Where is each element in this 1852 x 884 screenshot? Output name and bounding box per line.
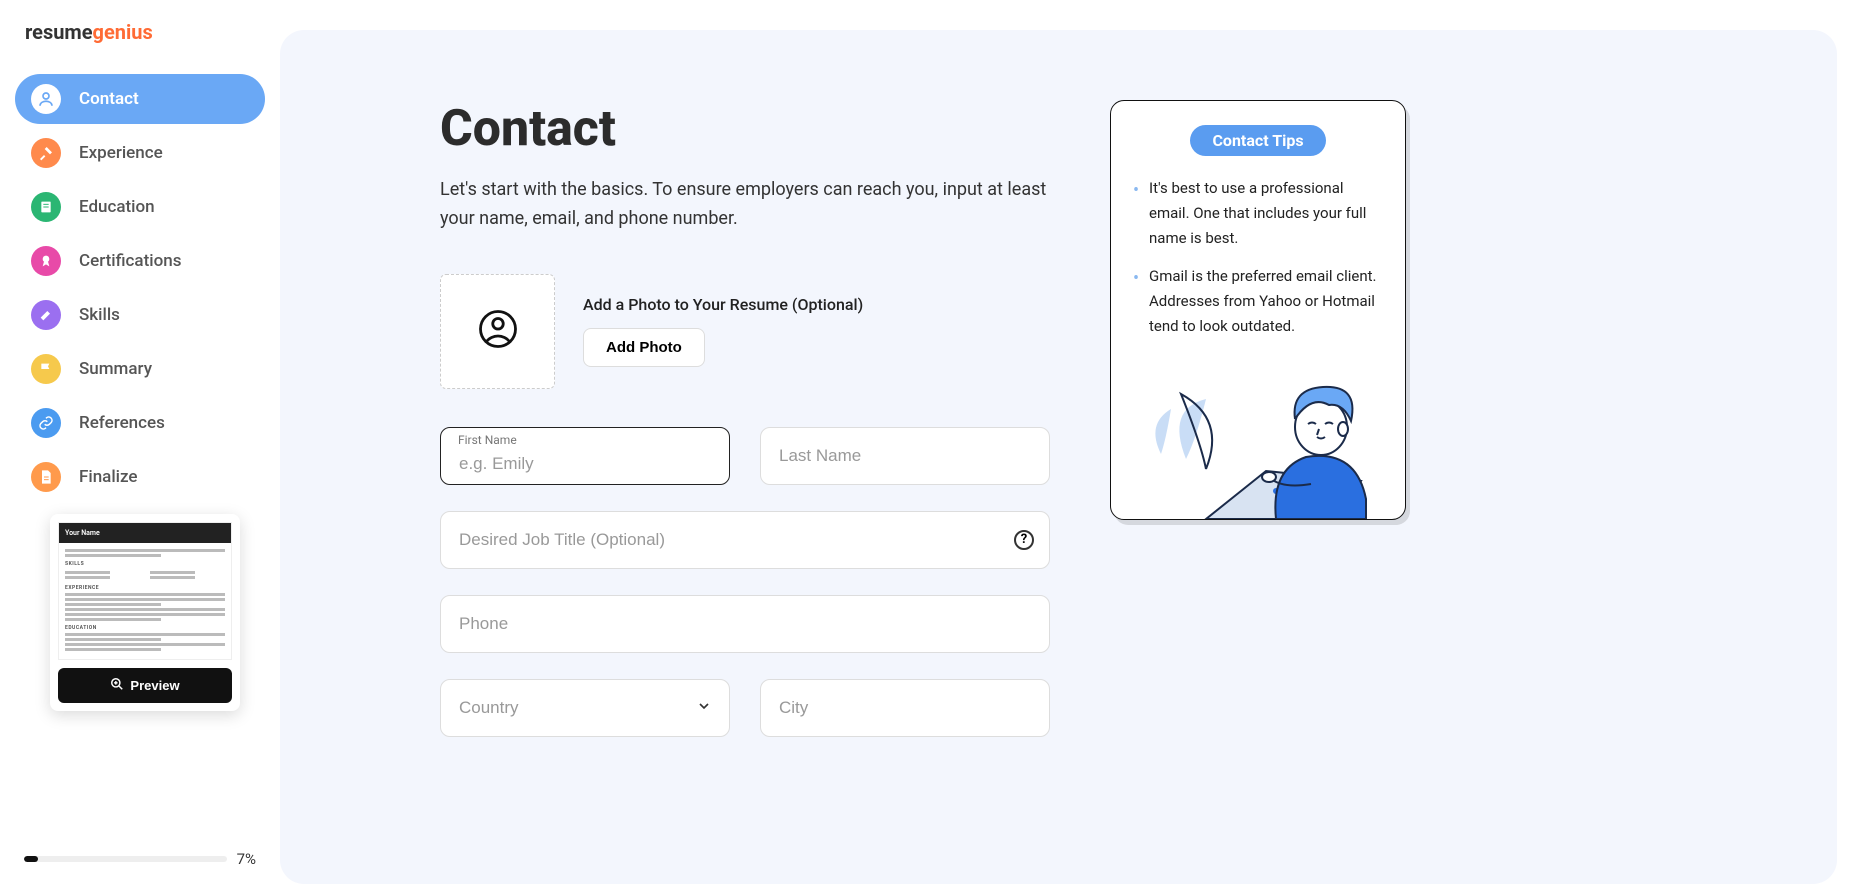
job-title-field-wrapper: ? <box>440 511 1050 569</box>
city-field[interactable] <box>760 679 1050 737</box>
sidebar-item-education[interactable]: Education <box>15 182 265 232</box>
last-name-field[interactable] <box>760 427 1050 485</box>
hammer-icon <box>31 138 61 168</box>
last-name-field-wrapper <box>760 427 1050 485</box>
help-icon[interactable]: ? <box>1014 530 1034 550</box>
tip-item: Gmail is the preferred email client. Add… <box>1133 264 1383 338</box>
preview-button[interactable]: Preview <box>58 668 232 703</box>
person-circle-icon <box>477 308 519 354</box>
brand-logo[interactable]: resumegenius <box>15 20 265 44</box>
tips-list: It's best to use a professional email. O… <box>1133 176 1383 339</box>
sidebar-item-label: References <box>79 413 165 433</box>
sidebar-item-label: Experience <box>79 143 163 163</box>
flag-icon <box>31 354 61 384</box>
sidebar-item-certifications[interactable]: Certifications <box>15 236 265 286</box>
tips-illustration <box>1111 349 1405 519</box>
tip-item: It's best to use a professional email. O… <box>1133 176 1383 250</box>
sidebar-item-label: Finalize <box>79 467 138 487</box>
resume-thumbnail[interactable]: Your Name SKILLS EXPERIENCE EDUCATION <box>58 522 232 660</box>
zoom-in-icon <box>110 677 124 694</box>
sidebar-item-label: Contact <box>79 89 139 109</box>
tools-icon <box>31 300 61 330</box>
award-icon <box>31 246 61 276</box>
phone-field-wrapper <box>440 595 1050 653</box>
country-select[interactable] <box>440 679 730 737</box>
city-field-wrapper <box>760 679 1050 737</box>
form-area: Contact Let's start with the basics. To … <box>440 100 1050 884</box>
job-title-field[interactable] <box>440 511 1050 569</box>
sidebar-item-references[interactable]: References <box>15 398 265 448</box>
sidebar-item-label: Certifications <box>79 251 181 271</box>
first-name-label: First Name <box>458 433 517 447</box>
main-panel: Contact Let's start with the basics. To … <box>280 30 1837 884</box>
brand-part2: genius <box>93 20 153 44</box>
preview-experience-heading: EXPERIENCE <box>65 585 225 591</box>
sidebar-item-summary[interactable]: Summary <box>15 344 265 394</box>
photo-label: Add a Photo to Your Resume (Optional) <box>583 295 863 314</box>
country-field-wrapper <box>440 679 730 737</box>
add-photo-button[interactable]: Add Photo <box>583 328 705 367</box>
sidebar: resumegenius Contact Experience Educatio… <box>0 0 280 884</box>
preview-skills-heading: SKILLS <box>65 561 225 567</box>
book-icon <box>31 192 61 222</box>
sidebar-item-label: Summary <box>79 359 152 379</box>
page-title: Contact <box>440 100 1050 158</box>
brand-part1: resume <box>25 20 93 44</box>
tips-card: Contact Tips It's best to use a professi… <box>1110 100 1406 520</box>
page-subtitle: Let's start with the basics. To ensure e… <box>440 176 1050 234</box>
progress-text: 7% <box>237 850 256 868</box>
progress-fill <box>24 856 38 862</box>
preview-name: Your Name <box>59 523 231 543</box>
link-icon <box>31 408 61 438</box>
sidebar-item-finalize[interactable]: Finalize <box>15 452 265 502</box>
document-icon <box>31 462 61 492</box>
tips-badge: Contact Tips <box>1190 125 1325 156</box>
photo-placeholder[interactable] <box>440 274 555 389</box>
sidebar-item-label: Skills <box>79 305 120 325</box>
sidebar-item-experience[interactable]: Experience <box>15 128 265 178</box>
first-name-field-wrapper: First Name <box>440 427 730 485</box>
phone-field[interactable] <box>440 595 1050 653</box>
progress-row: 7% <box>24 850 256 868</box>
progress-bar <box>24 856 227 862</box>
photo-section: Add a Photo to Your Resume (Optional) Ad… <box>440 274 1050 389</box>
sidebar-item-skills[interactable]: Skills <box>15 290 265 340</box>
sidebar-item-label: Education <box>79 197 155 217</box>
sidebar-item-contact[interactable]: Contact <box>15 74 265 124</box>
resume-preview-card: Your Name SKILLS EXPERIENCE EDUCATION <box>50 514 240 711</box>
preview-button-label: Preview <box>130 678 179 693</box>
person-icon <box>31 84 61 114</box>
sidebar-nav: Contact Experience Education Certificati… <box>15 74 265 502</box>
contact-form: First Name ? <box>440 427 1050 737</box>
preview-education-heading: EDUCATION <box>65 625 225 631</box>
